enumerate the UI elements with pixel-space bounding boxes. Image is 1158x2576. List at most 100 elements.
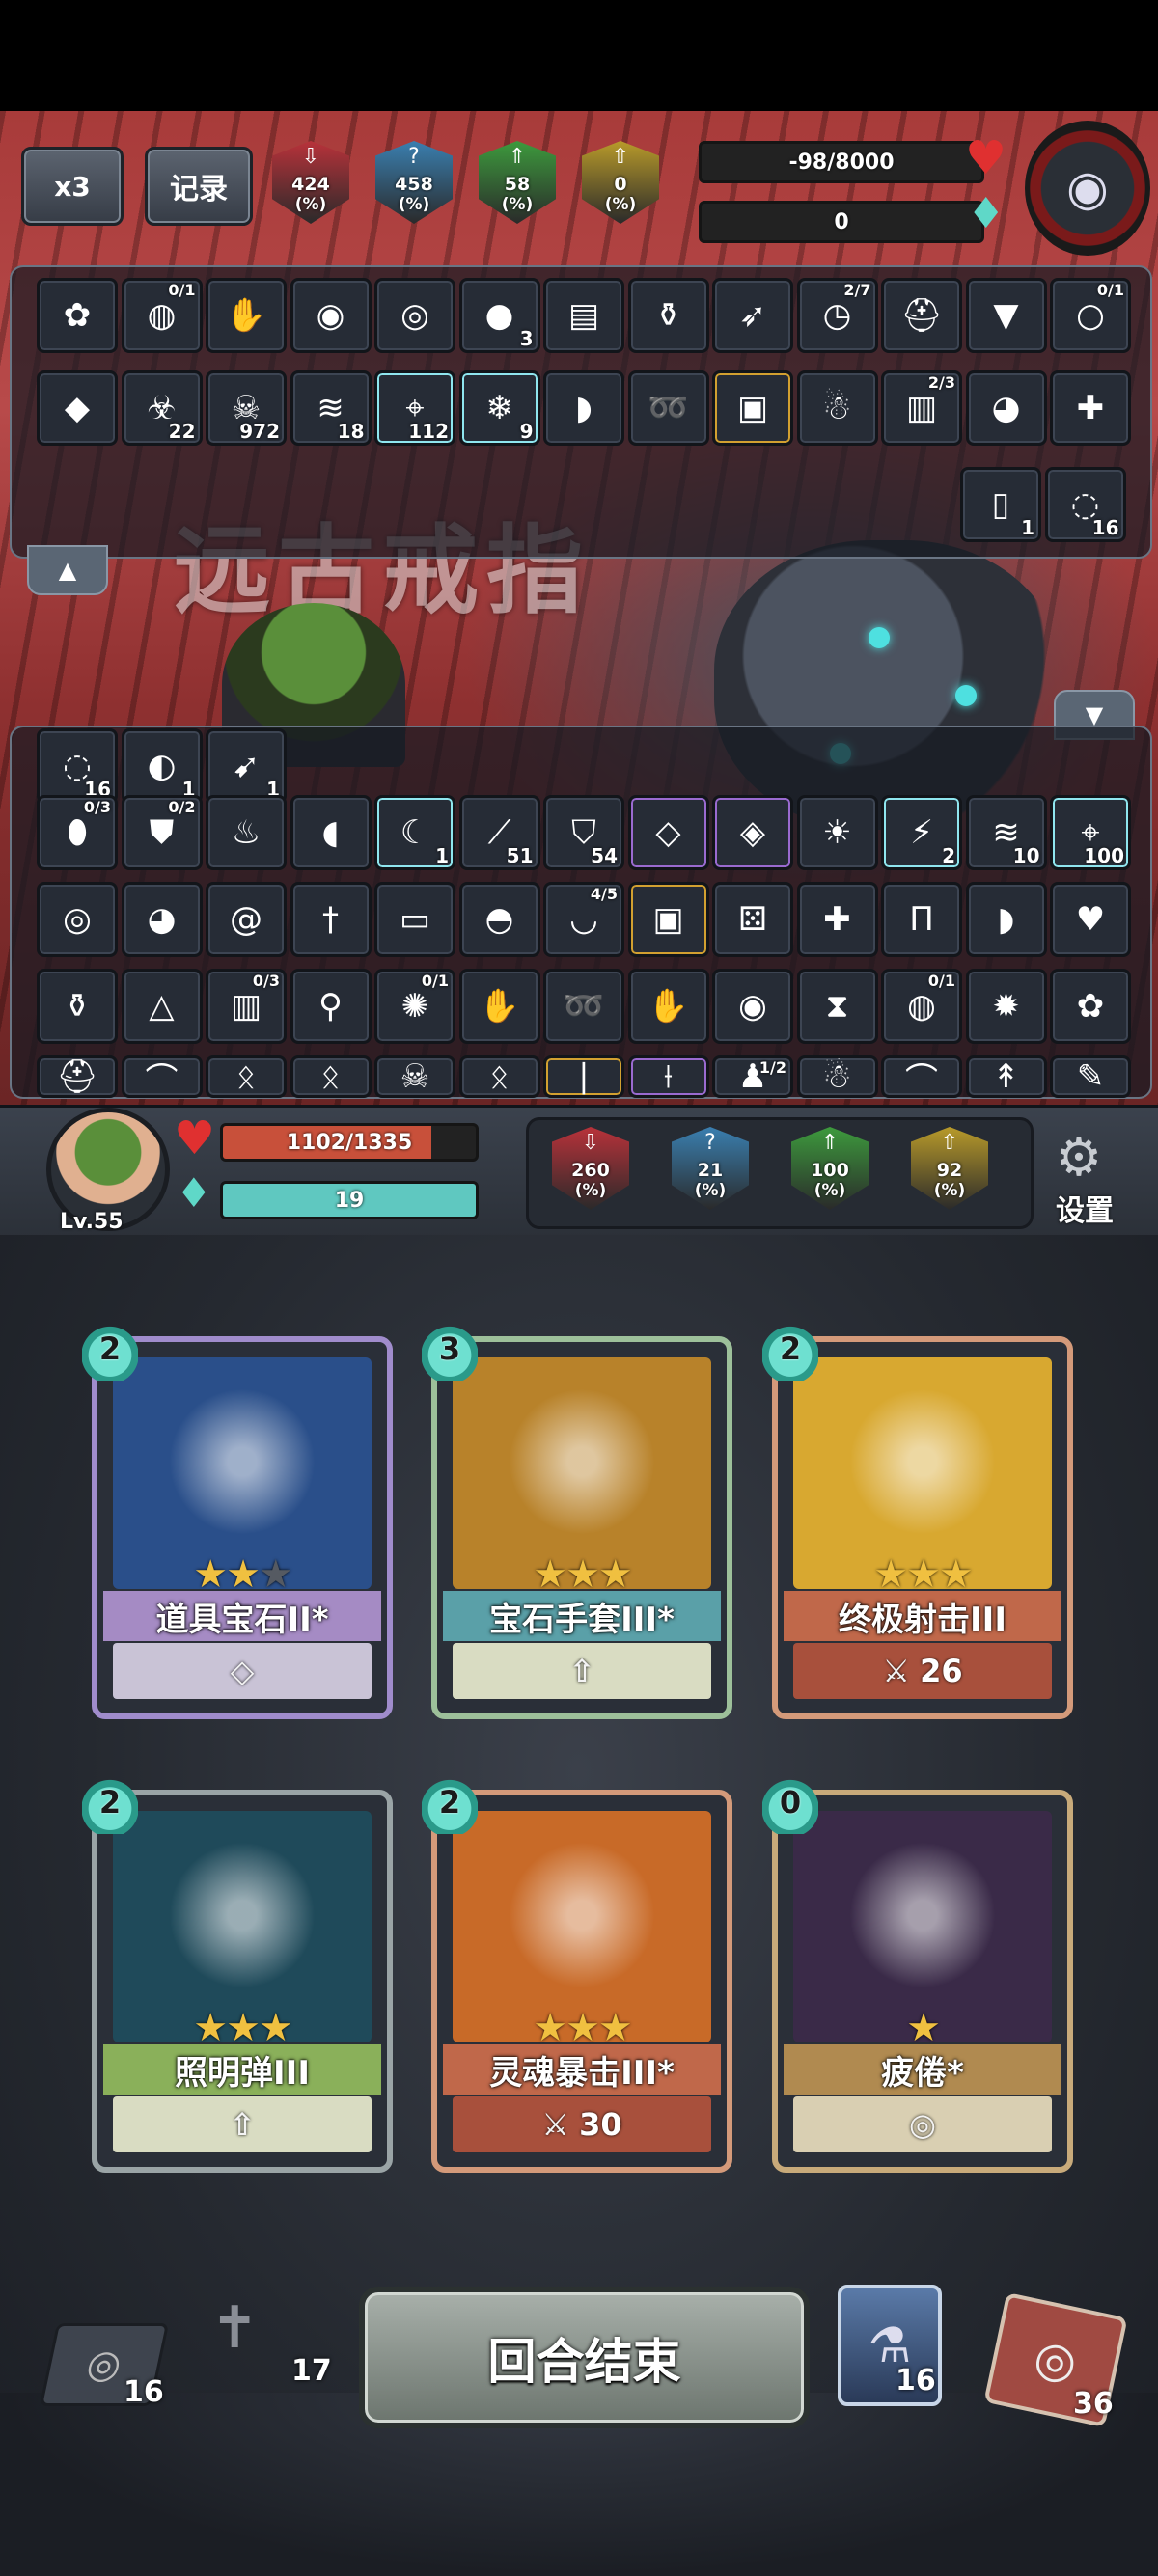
skill-card[interactable]: 2 ★★★ 道具宝石II* ◇ bbox=[82, 1317, 393, 1719]
item-slot[interactable]: ◕ bbox=[965, 370, 1047, 446]
item-slot[interactable]: ❄ 9 bbox=[458, 370, 540, 446]
item-slot[interactable]: ▥ 2/3 bbox=[881, 370, 962, 446]
end-turn-button[interactable]: 回合结束 bbox=[359, 2287, 810, 2428]
grave-icon[interactable]: ✝ bbox=[210, 2294, 259, 2362]
item-slot[interactable]: ◗ bbox=[543, 370, 624, 446]
item-slot[interactable]: ⛑ bbox=[881, 278, 962, 353]
item-slot[interactable]: ⛊ 0/2 bbox=[121, 795, 203, 870]
item-slot[interactable]: ⌖ 112 bbox=[374, 370, 455, 446]
item-slot[interactable]: ✿ bbox=[37, 278, 118, 353]
item-slot[interactable]: ☣ 22 bbox=[121, 370, 203, 446]
item-slot[interactable]: ☀ bbox=[796, 795, 878, 870]
item-slot[interactable]: ▼ bbox=[965, 278, 1047, 353]
collapse-up-icon[interactable]: ▲ bbox=[27, 545, 108, 595]
item-slot[interactable]: ⚱ bbox=[37, 969, 118, 1044]
skill-card[interactable]: 0 ★ 疲倦* ◎ bbox=[762, 1770, 1073, 2173]
item-slot[interactable]: ♨ bbox=[206, 795, 287, 870]
item-slot[interactable]: ♥ bbox=[1050, 882, 1131, 957]
stat-badge[interactable]: ⇧ 92 (%) bbox=[907, 1127, 992, 1216]
settings-label[interactable]: 设置 bbox=[1056, 1187, 1114, 1229]
item-slot[interactable]: ◇ bbox=[627, 795, 709, 870]
item-slot[interactable]: ⌒ bbox=[121, 1055, 203, 1098]
item-slot[interactable]: ▭ bbox=[374, 882, 455, 957]
stat-badge[interactable]: ⇑ 100 (%) bbox=[787, 1127, 872, 1216]
item-slot[interactable]: ≋ 18 bbox=[290, 370, 372, 446]
item-slot[interactable]: ✚ bbox=[796, 882, 878, 957]
item-slot[interactable]: ➿ bbox=[543, 969, 624, 1044]
skill-card[interactable]: 2 ★★★ 照明弹III ⇧ bbox=[82, 1770, 393, 2173]
item-slot[interactable]: ⚱ bbox=[627, 278, 709, 353]
item-slot[interactable]: ◡ 4/5 bbox=[543, 882, 624, 957]
item-slot[interactable]: ◖ bbox=[290, 795, 372, 870]
item-slot[interactable]: ᛟ bbox=[290, 1055, 372, 1098]
speed-button[interactable]: x3 bbox=[21, 147, 124, 226]
item-slot[interactable]: ✋ bbox=[458, 969, 540, 1044]
item-slot[interactable]: ✋ bbox=[627, 969, 709, 1044]
skill-card[interactable]: 2 ★★★ 终极射击III ⚔ 26 bbox=[762, 1317, 1073, 1719]
gear-icon[interactable]: ⚙ bbox=[1052, 1131, 1106, 1185]
stat-badge[interactable]: ? 458 (%) bbox=[372, 141, 456, 230]
item-slot[interactable]: ⟋ 51 bbox=[458, 795, 540, 870]
item-slot[interactable]: ◍ 0/1 bbox=[881, 969, 962, 1044]
skill-card[interactable]: 3 ★★★ 宝石手套III* ⇧ bbox=[422, 1317, 732, 1719]
item-slot[interactable]: ♟ 1/2 bbox=[712, 1055, 793, 1098]
log-button[interactable]: 记录 bbox=[145, 147, 253, 226]
item-slot[interactable]: ◍ 0/1 bbox=[121, 278, 203, 353]
item-slot[interactable]: ⌖ 100 bbox=[1050, 795, 1131, 870]
item-slot[interactable]: ◐ 1 bbox=[121, 728, 203, 804]
item-slot[interactable]: Π bbox=[881, 882, 962, 957]
item-slot[interactable]: ◓ bbox=[458, 882, 540, 957]
item-slot[interactable]: ◉ bbox=[290, 278, 372, 353]
item-slot[interactable]: ≋ 10 bbox=[965, 795, 1047, 870]
item-slot[interactable]: ☃ bbox=[796, 1055, 878, 1098]
item-slot[interactable]: ⌒ bbox=[881, 1055, 962, 1098]
item-slot[interactable]: ⛑ bbox=[37, 1055, 118, 1098]
item-slot[interactable]: ➹ 1 bbox=[206, 728, 287, 804]
item-slot[interactable]: ⬮ 0/3 bbox=[37, 795, 118, 870]
item-slot[interactable]: ☠ bbox=[374, 1055, 455, 1098]
item-slot[interactable]: ◆ bbox=[37, 370, 118, 446]
item-slot[interactable]: ◕ bbox=[121, 882, 203, 957]
item-slot[interactable]: ⚄ bbox=[712, 882, 793, 957]
item-slot[interactable]: ⚲ bbox=[290, 969, 372, 1044]
item-slot[interactable]: ᛟ bbox=[206, 1055, 287, 1098]
item-slot[interactable]: ○ 0/1 bbox=[1050, 278, 1131, 353]
item-slot[interactable]: ✋ bbox=[206, 278, 287, 353]
item-slot[interactable]: ᛟ bbox=[458, 1055, 540, 1098]
item-slot[interactable]: ▤ bbox=[543, 278, 624, 353]
item-slot[interactable]: @ bbox=[206, 882, 287, 957]
item-slot[interactable]: ∣ bbox=[543, 1055, 624, 1098]
item-slot[interactable]: ▯ 1 bbox=[960, 467, 1041, 542]
item-slot[interactable]: ◷ 2/7 bbox=[796, 278, 878, 353]
skill-card[interactable]: 2 ★★★ 灵魂暴击III* ⚔ 30 bbox=[422, 1770, 732, 2173]
item-slot[interactable]: ➿ bbox=[627, 370, 709, 446]
item-slot[interactable]: ◌ 16 bbox=[37, 728, 118, 804]
item-slot[interactable]: ⧗ bbox=[796, 969, 878, 1044]
item-slot[interactable]: † bbox=[290, 882, 372, 957]
stat-badge[interactable]: ⇩ 260 (%) bbox=[548, 1127, 633, 1216]
item-slot[interactable]: ◗ bbox=[965, 882, 1047, 957]
item-slot[interactable]: ✿ bbox=[1050, 969, 1131, 1044]
stat-badge[interactable]: ⇧ 0 (%) bbox=[578, 141, 663, 230]
item-slot[interactable]: ☠ 972 bbox=[206, 370, 287, 446]
item-slot[interactable]: ✺ 0/1 bbox=[374, 969, 455, 1044]
item-slot[interactable]: ▣ bbox=[627, 882, 709, 957]
stat-badge[interactable]: ? 21 (%) bbox=[668, 1127, 753, 1216]
item-slot[interactable]: ▣ bbox=[712, 370, 793, 446]
stat-badge[interactable]: ⇩ 424 (%) bbox=[268, 141, 353, 230]
item-slot[interactable]: ✹ bbox=[965, 969, 1047, 1044]
item-slot[interactable]: ● 3 bbox=[458, 278, 540, 353]
stat-badge[interactable]: ⇑ 58 (%) bbox=[475, 141, 560, 230]
item-slot[interactable]: ◎ bbox=[37, 882, 118, 957]
item-slot[interactable]: ☃ bbox=[796, 370, 878, 446]
item-slot[interactable]: ◈ bbox=[712, 795, 793, 870]
item-slot[interactable]: △ bbox=[121, 969, 203, 1044]
item-slot[interactable]: ☾ 1 bbox=[374, 795, 455, 870]
item-slot[interactable]: ✎ bbox=[1050, 1055, 1131, 1098]
item-slot[interactable]: ◌ 16 bbox=[1044, 467, 1126, 542]
item-slot[interactable]: ⛉ 54 bbox=[543, 795, 624, 870]
item-slot[interactable]: ◉ bbox=[712, 969, 793, 1044]
item-slot[interactable]: ⟊ bbox=[627, 1055, 709, 1098]
item-slot[interactable]: ◎ bbox=[374, 278, 455, 353]
boss-portrait-ring-icon[interactable]: ◉ bbox=[1025, 121, 1150, 256]
